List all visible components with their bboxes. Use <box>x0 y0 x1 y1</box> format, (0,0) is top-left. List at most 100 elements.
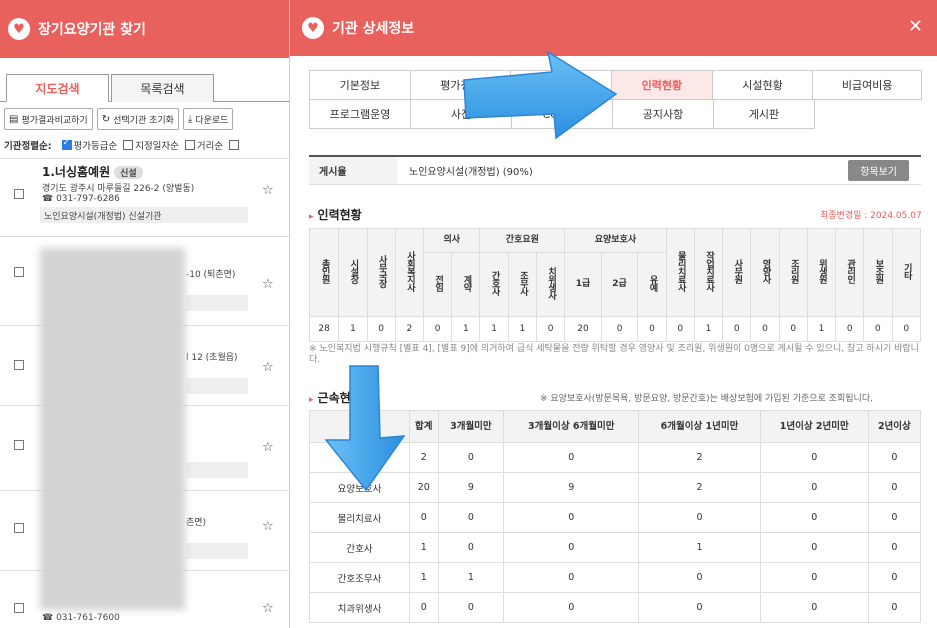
cell: 0 <box>867 442 922 473</box>
close-icon[interactable]: ✕ <box>908 16 923 37</box>
cell: 0 <box>437 532 505 563</box>
table-row: 간호조무사 1 1 0 0 0 0 <box>309 562 922 593</box>
cell: 0 <box>409 502 439 533</box>
posting-rate-label: 게시율 <box>309 157 397 184</box>
col-over-2y: 2년이상 <box>867 410 922 443</box>
group-doctor: 의사 <box>423 228 481 253</box>
col-other-label: 기타 <box>901 262 912 279</box>
compare-results-button[interactable]: ▤ 평가결과비교하기 <box>4 108 93 130</box>
download-button[interactable]: ⤓ 다운로드 <box>182 108 234 130</box>
item-type <box>186 543 248 559</box>
table-row: 28 1 0 2 0 1 1 1 0 20 0 0 0 1 0 0 0 1 0 … <box>308 316 922 342</box>
col-clerk: 사무원 <box>722 228 752 317</box>
download-label: 다운로드 <box>195 115 229 126</box>
staffing-section-title: 인력현황 <box>309 206 362 223</box>
col-nutritionist: 영양사 <box>750 228 780 317</box>
cell: 20 <box>564 316 602 342</box>
sort-date-checkbox[interactable] <box>123 140 134 150</box>
tab-program[interactable]: 프로그램운영 <box>309 99 411 129</box>
col-dental-hygienist-label: 치위생사 <box>546 266 557 299</box>
heart-logo-icon: ♥ <box>8 18 30 40</box>
tab-facility[interactable]: 시설현황 <box>711 70 814 100</box>
tab-non-covered-cost[interactable]: 비급여비용 <box>812 70 922 100</box>
item-address: -10 (퇴촌면) <box>186 270 236 280</box>
cell: 0 <box>503 592 640 623</box>
tab-board[interactable]: 게시판 <box>713 99 815 129</box>
item-checkbox[interactable] <box>14 440 24 450</box>
cell: 1 <box>507 316 537 342</box>
row-job-name: 물리치료사 <box>309 502 410 533</box>
col-manager-label: 관리인 <box>845 258 856 283</box>
col-3m-6m: 3개월이상 6개월미만 <box>503 410 640 443</box>
cell: 1 <box>338 316 368 342</box>
col-physical-therapist-label: 물리치료사 <box>675 250 686 291</box>
tab-list-search[interactable]: 목록검색 <box>111 74 214 102</box>
cell: 1 <box>806 316 837 342</box>
col-dental-hygienist: 치위생사 <box>535 252 566 317</box>
reset-selection-button[interactable]: ↻ 선택기관 초기화 <box>96 108 179 130</box>
cell: 9 <box>437 472 505 503</box>
item-checkbox[interactable] <box>14 189 24 199</box>
col-director-label: 시설장 <box>348 258 359 283</box>
tab-map-search[interactable]: 지도검색 <box>6 74 109 102</box>
cell: 0 <box>891 316 922 342</box>
arrow-down-annotation <box>324 365 406 492</box>
cell: 0 <box>665 316 695 342</box>
sort-grade-checkbox[interactable] <box>61 138 72 150</box>
cell: 0 <box>637 316 667 342</box>
cell: 0 <box>867 592 922 623</box>
col-total-label: 총인원 <box>319 258 330 283</box>
cell: 0 <box>750 316 780 342</box>
cell: 0 <box>423 316 453 342</box>
search-panel-title: 장기요양기관 찾기 <box>38 22 146 38</box>
tenure-note: ※ 요양보호사(방문목욕, 방문요양, 방문간호)는 배상보험에 가입된 기준으… <box>540 394 873 404</box>
sort-label: 기관정렬순: <box>4 141 52 152</box>
col-assistant: 보조원 <box>863 228 893 317</box>
detail-modal-title: 기관 상세정보 <box>332 21 415 37</box>
reset-selection-label: 선택기관 초기화 <box>113 115 174 126</box>
tab-staffing[interactable]: 인력현황 <box>611 70 713 100</box>
favorite-star-icon[interactable]: ☆ <box>262 360 274 375</box>
item-checkbox[interactable] <box>14 267 24 277</box>
cell: 0 <box>437 502 505 533</box>
sort-date-label: 지정일자순 <box>135 141 179 152</box>
cell: 2 <box>394 316 425 342</box>
cell: 28 <box>308 316 340 342</box>
cell: 1 <box>479 316 509 342</box>
favorite-star-icon[interactable]: ☆ <box>262 601 274 616</box>
cell: 0 <box>535 316 566 342</box>
cell: 2 <box>638 442 761 473</box>
list-icon: ▤ <box>9 113 19 125</box>
col-nurse-label: 간호사 <box>489 270 500 295</box>
sort-extra-checkbox[interactable] <box>229 140 240 150</box>
item-name: 1.너싱홈예원 신설 <box>42 163 143 180</box>
item-checkbox[interactable] <box>14 523 24 533</box>
col-sum: 합계 <box>409 410 439 443</box>
item-checkbox[interactable] <box>14 360 24 370</box>
cell: 0 <box>867 532 922 563</box>
tab-basic-info[interactable]: 기본정보 <box>309 70 411 100</box>
cell: 0 <box>778 316 808 342</box>
item-name-text: 1.너싱홈예원 <box>42 165 111 179</box>
favorite-star-icon[interactable]: ☆ <box>262 440 274 455</box>
favorite-star-icon[interactable]: ☆ <box>262 277 274 292</box>
tab-notices[interactable]: 공지사항 <box>612 99 714 129</box>
item-address: 촌면) <box>186 518 207 528</box>
cell: 0 <box>638 562 761 593</box>
cell: 0 <box>867 562 922 593</box>
col-physical-therapist: 물리치료사 <box>665 228 695 317</box>
sort-grade-label: 평가등급순 <box>73 141 118 152</box>
favorite-star-icon[interactable]: ☆ <box>262 183 274 198</box>
screen: ♥ 장기요양기관 찾기 지도검색 목록검색 ▤ 평가결과비교하기 ↻ 선택기관 초기… <box>0 0 937 628</box>
favorite-star-icon[interactable]: ☆ <box>262 519 274 534</box>
col-occupational-therapist: 작업치료사 <box>693 228 724 317</box>
view-items-button[interactable]: 항목보기 <box>848 160 909 181</box>
list-item[interactable]: 1.너싱홈예원 신설 경기도 광주시 마루들길 226-2 (양벌동) ☎ 031… <box>0 158 289 236</box>
cell: 0 <box>437 592 505 623</box>
sort-distance-checkbox[interactable] <box>184 140 195 150</box>
row-job-name: 간호조무사 <box>309 562 410 593</box>
col-nurse-aide-label: 조무사 <box>517 270 528 295</box>
cell: 0 <box>638 502 761 533</box>
item-checkbox[interactable] <box>14 603 24 613</box>
group-nursing: 간호요원 <box>479 228 566 253</box>
